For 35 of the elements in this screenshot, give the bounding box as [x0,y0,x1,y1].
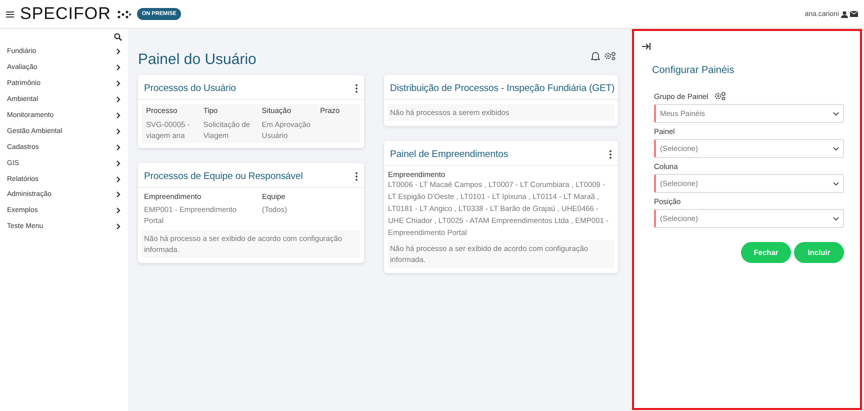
more-icon[interactable] [355,172,358,181]
chevron-icon [116,64,121,72]
chevron-icon [116,144,121,151]
chevron-icon [116,191,121,198]
card-title: Distribuição de Processos - Inspeção Fundiária (GET) [390,83,615,94]
chevron-down-icon [833,112,839,116]
card-title: Processos do Usuário [144,83,236,94]
chevron-icon [116,96,121,104]
dots-icon [116,10,131,18]
chevron-icon [116,160,121,167]
chevron-down-icon [833,146,839,150]
menu-icon[interactable] [6,10,14,18]
collapse-icon[interactable] [642,43,651,50]
page-title: Painel do Usuário [138,50,256,68]
chevron-icon [116,80,121,88]
card-title: Painel de Empreendimentos [390,149,508,160]
search-icon[interactable] [114,33,122,41]
more-icon[interactable] [609,150,612,159]
chevron-icon [116,176,121,183]
logo-text: SPECIFOR [20,4,111,24]
chevron-down-icon [833,216,839,220]
user-icon[interactable] [841,10,848,18]
more-icon[interactable] [355,84,358,93]
chevron-icon [116,128,121,135]
chevron-icon [116,48,121,56]
settings-icon[interactable] [714,91,726,101]
chevron-icon [116,112,121,119]
chevron-down-icon [833,182,839,186]
card-title: Processos de Equipe ou Responsável [144,171,303,182]
panel-title: Configurar Painéis [652,65,736,76]
chevron-icon [116,223,121,230]
settings-icon[interactable] [604,51,616,61]
mail-icon[interactable] [850,11,858,17]
bell-icon[interactable] [591,51,600,61]
chevron-icon [116,207,121,214]
